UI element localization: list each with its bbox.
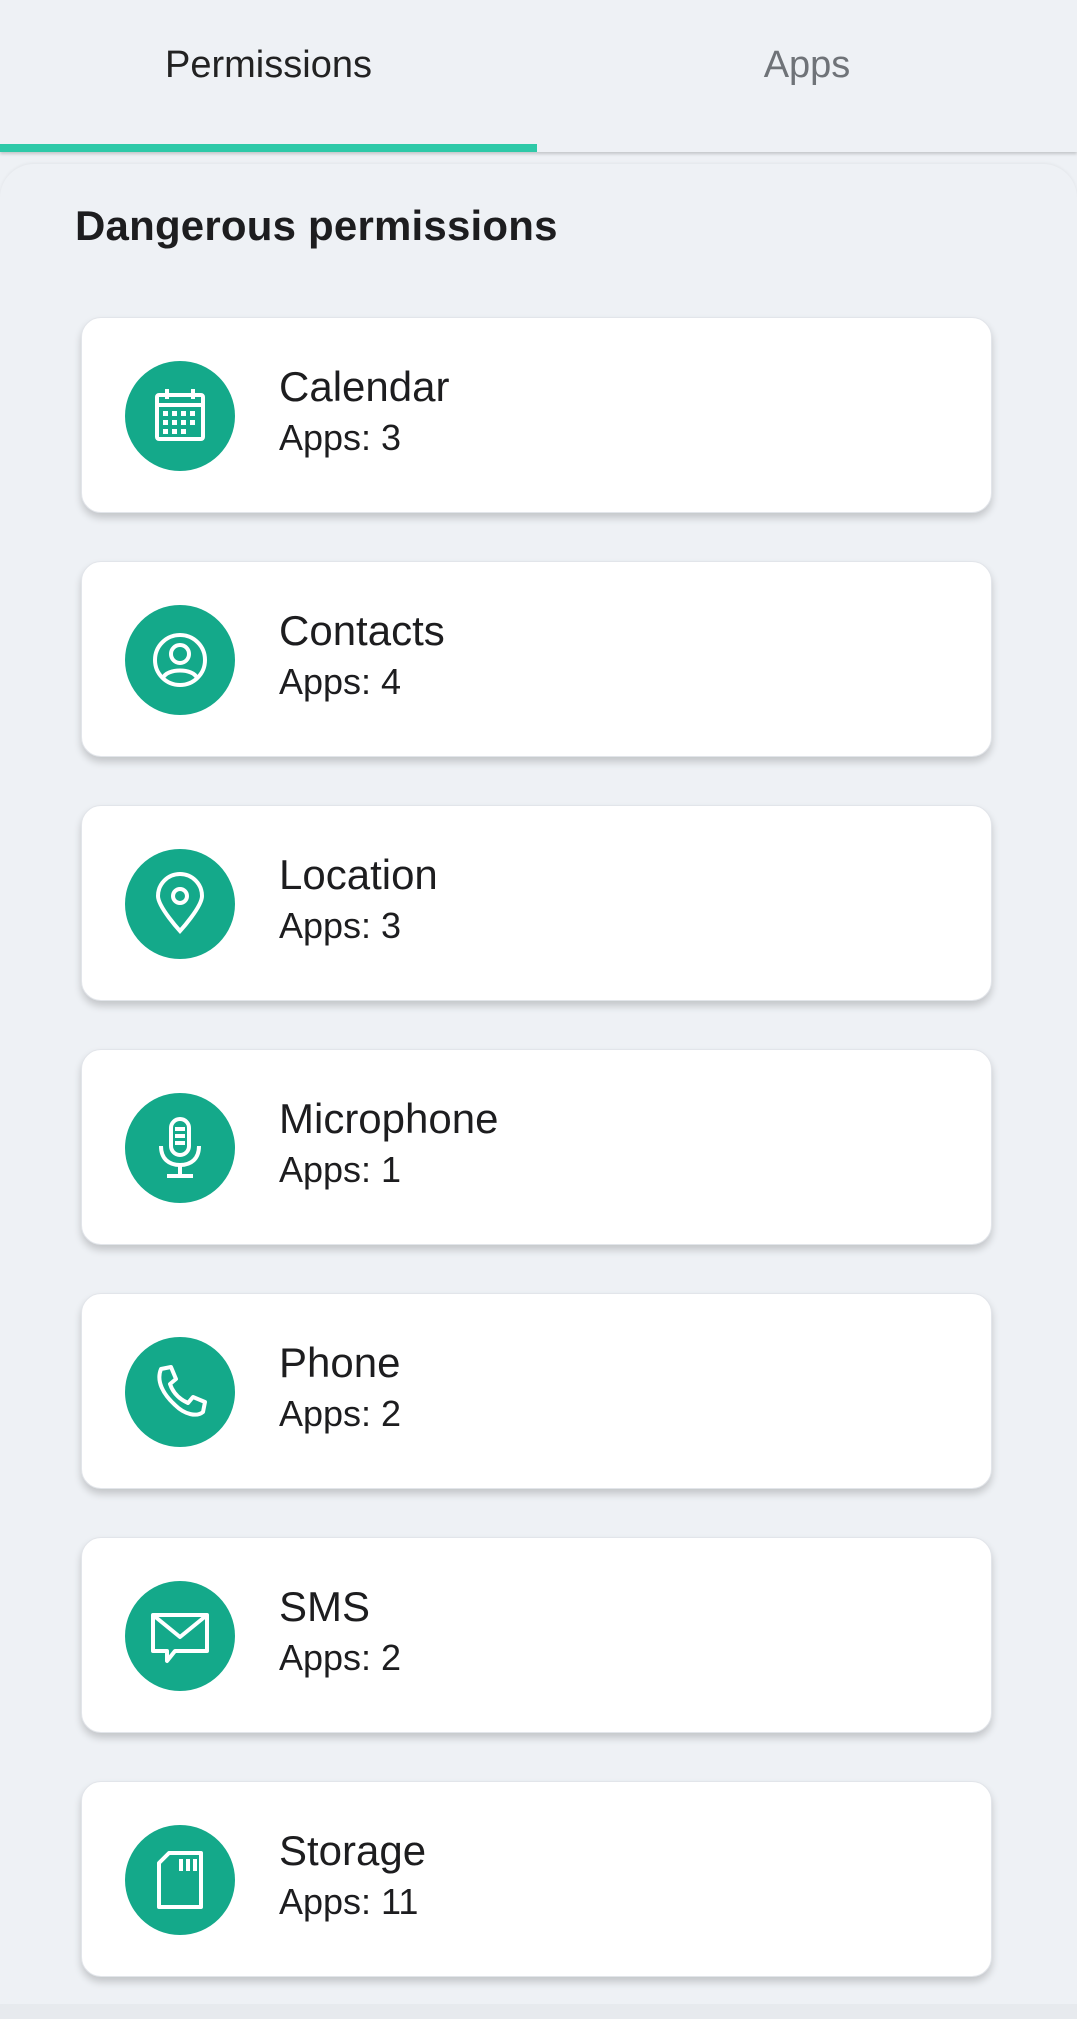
bottom-edge bbox=[0, 2004, 1077, 2019]
permission-item-phone[interactable]: Phone Apps: 2 bbox=[81, 1293, 992, 1489]
location-pin-icon bbox=[125, 849, 235, 959]
calendar-icon bbox=[125, 361, 235, 471]
tab-apps[interactable]: Apps bbox=[537, 0, 1077, 152]
selected-tab-indicator bbox=[0, 144, 537, 152]
permission-app-count: Apps: 1 bbox=[279, 1149, 402, 1190]
permission-name: Phone bbox=[279, 1339, 401, 1386]
permission-item-location[interactable]: Location Apps: 3 bbox=[81, 805, 992, 1001]
tab-permissions-label: Permissions bbox=[165, 43, 372, 86]
permission-app-count: Apps: 11 bbox=[279, 1881, 419, 1922]
phone-icon bbox=[125, 1337, 235, 1447]
permission-item-calendar[interactable]: Calendar Apps: 3 bbox=[81, 317, 992, 513]
microphone-icon bbox=[125, 1093, 235, 1203]
permission-item-contacts[interactable]: Contacts Apps: 4 bbox=[81, 561, 992, 757]
section-title: Dangerous permissions bbox=[75, 202, 558, 249]
permission-name: Location bbox=[279, 851, 438, 898]
tab-apps-label: Apps bbox=[763, 43, 851, 86]
permission-name: Calendar bbox=[279, 363, 450, 410]
permissions-panel: Dangerous permissions Calendar Apps: 3 C… bbox=[0, 164, 1077, 2004]
permission-item-microphone[interactable]: Microphone Apps: 1 bbox=[81, 1049, 992, 1245]
permission-item-sms[interactable]: SMS Apps: 2 bbox=[81, 1537, 992, 1733]
permission-app-count: Apps: 3 bbox=[279, 417, 402, 458]
sd-card-icon bbox=[125, 1825, 235, 1935]
permission-name: Contacts bbox=[279, 607, 445, 654]
permission-name: SMS bbox=[279, 1583, 371, 1630]
permission-app-count: Apps: 2 bbox=[279, 1393, 402, 1434]
permission-name: Storage bbox=[279, 1827, 427, 1874]
permission-item-storage[interactable]: Storage Apps: 11 bbox=[81, 1781, 992, 1977]
tab-bar: Permissions Apps bbox=[0, 0, 1077, 152]
permission-app-count: Apps: 3 bbox=[279, 905, 402, 946]
contact-icon bbox=[125, 605, 235, 715]
permission-app-count: Apps: 2 bbox=[279, 1637, 402, 1678]
permission-name: Microphone bbox=[279, 1095, 499, 1142]
permission-app-count: Apps: 4 bbox=[279, 661, 402, 702]
message-icon bbox=[125, 1581, 235, 1691]
tab-permissions[interactable]: Permissions bbox=[0, 0, 537, 152]
